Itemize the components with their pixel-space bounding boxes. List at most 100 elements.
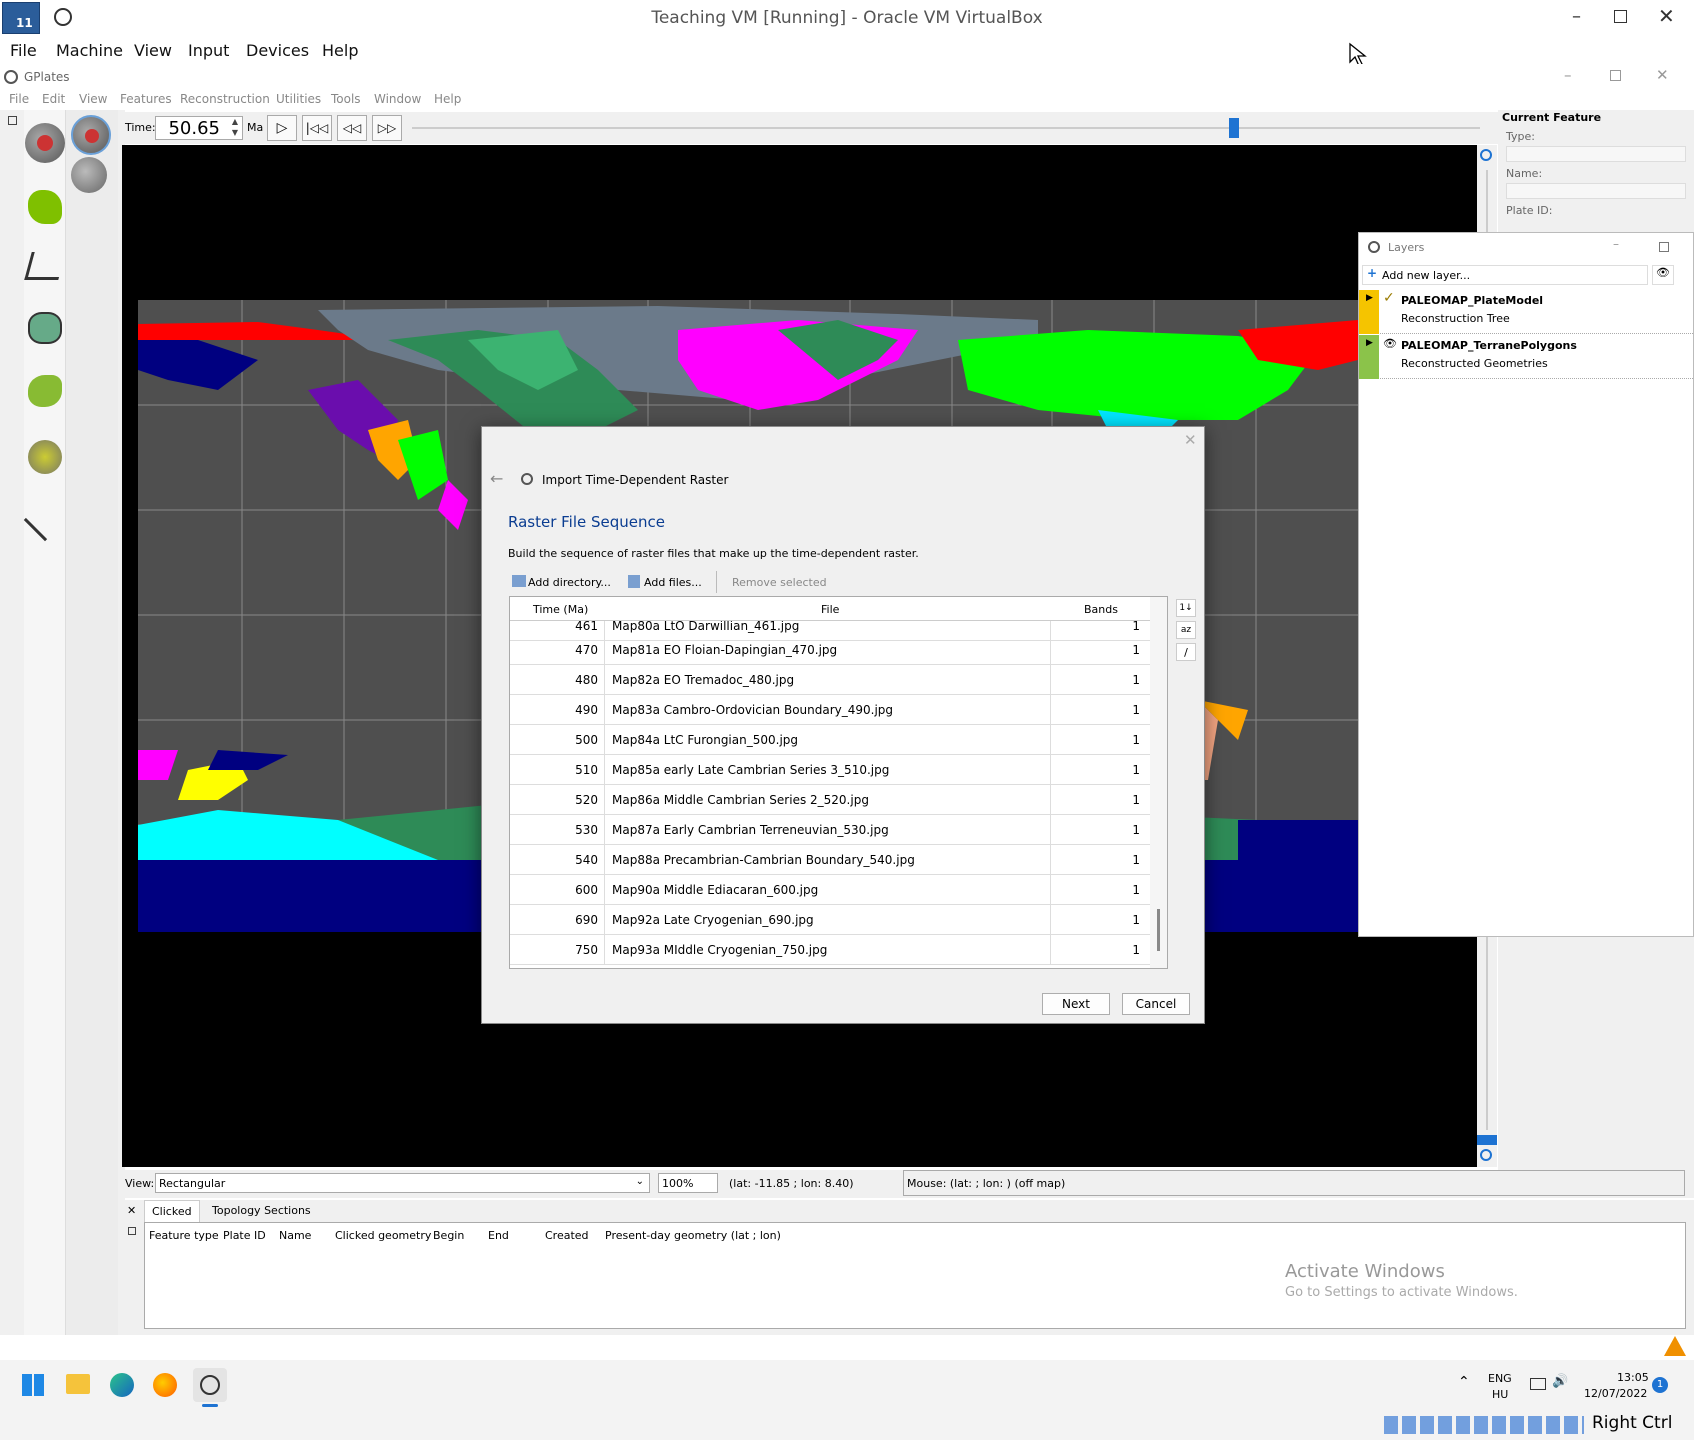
col-plate-id[interactable]: Plate ID	[223, 1229, 266, 1242]
col-file[interactable]: File	[821, 603, 839, 616]
table-scrollbar[interactable]	[1150, 597, 1167, 968]
back-arrow-icon[interactable]: ←	[490, 469, 503, 488]
host-menu-file[interactable]: File	[10, 41, 37, 60]
clock-time[interactable]: 13:05	[1617, 1371, 1649, 1384]
visibility-eye-icon[interactable]: 👁	[1383, 337, 1397, 350]
gp-menu-tools[interactable]: Tools	[331, 92, 361, 106]
gplates-minimize-button[interactable]: –	[1564, 66, 1572, 84]
chevron-up-icon[interactable]: ⌃	[1458, 1374, 1470, 1390]
step-back-button[interactable]: ◁◁	[337, 115, 367, 141]
col-feature-type[interactable]: Feature type	[149, 1229, 219, 1242]
table-row[interactable]: 690 Map92a Late Cryogenian_690.jpg 1	[510, 905, 1150, 935]
add-files-button[interactable]: Add files...	[628, 573, 710, 593]
table-row[interactable]: 600 Map90a Middle Ediacaran_600.jpg 1	[510, 875, 1150, 905]
pole-manipulation-icon[interactable]	[28, 375, 62, 407]
choose-feature-icon[interactable]	[28, 190, 62, 224]
gp-menu-file[interactable]: File	[9, 92, 29, 106]
reset-button[interactable]: |◁◁	[302, 115, 332, 141]
edit-icon[interactable]: /	[1176, 643, 1196, 661]
table-row[interactable]: 530 Map87a Early Cambrian Terreneuvian_53…	[510, 815, 1150, 845]
col-end[interactable]: End	[488, 1229, 509, 1242]
table-row[interactable]: 520 Map86a Middle Cambrian Series 2_520.j…	[510, 785, 1150, 815]
sort-numeric-icon[interactable]: 1↓	[1176, 599, 1196, 617]
host-menu-input[interactable]: Input	[188, 41, 229, 60]
gp-menu-edit[interactable]: Edit	[42, 92, 65, 106]
zoom-spinbox[interactable]: 100%	[658, 1173, 718, 1193]
next-button[interactable]: Next	[1042, 993, 1110, 1015]
col-created[interactable]: Created	[545, 1229, 589, 1242]
time-slider-handle[interactable]	[1229, 118, 1240, 138]
gplates-taskbar-icon[interactable]	[193, 1368, 227, 1402]
host-menu-help[interactable]: Help	[322, 41, 358, 60]
layers-minimize-button[interactable]: –	[1613, 237, 1619, 251]
clicked-table[interactable]: Feature type Plate ID Name Clicked geome…	[144, 1222, 1686, 1329]
layers-maximize-button[interactable]	[1659, 242, 1669, 252]
col-bands[interactable]: Bands	[1084, 603, 1118, 616]
gp-menu-reconstruction[interactable]: Reconstruction	[180, 92, 270, 106]
table-row[interactable]: 750 Map93a MIddle Cryogenian_750.jpg 1	[510, 935, 1150, 965]
zoom-in-icon[interactable]	[1480, 149, 1492, 161]
small-circle-icon[interactable]	[28, 440, 62, 474]
sort-alpha-icon[interactable]: az	[1176, 621, 1196, 639]
col-clicked-geometry[interactable]: Clicked geometry	[335, 1229, 431, 1242]
host-menu-machine[interactable]: Machine	[56, 41, 123, 60]
file-explorer-icon[interactable]	[66, 1374, 90, 1394]
minimize-button[interactable]: –	[1572, 6, 1581, 27]
table-row[interactable]: 480 Map82a EO Tremadoc_480.jpg 1	[510, 665, 1150, 695]
name-field[interactable]	[1506, 183, 1686, 199]
tab-topology-sections[interactable]: Topology Sections	[206, 1200, 316, 1222]
notification-badge[interactable]: 1	[1652, 1377, 1668, 1393]
lang-top[interactable]: ENG	[1488, 1372, 1512, 1385]
dialog-close-button[interactable]: ✕	[1184, 431, 1197, 449]
table-row[interactable]: 490 Map83a Cambro-Ordovician Boundary_490…	[510, 695, 1150, 725]
scrollbar-thumb[interactable]	[1157, 909, 1160, 951]
host-menu-devices[interactable]: Devices	[246, 41, 309, 60]
gp-menu-help[interactable]: Help	[434, 92, 461, 106]
warning-icon[interactable]	[1664, 1336, 1686, 1356]
table-row[interactable]: 510 Map85a early Late Cambrian Series 3_5…	[510, 755, 1150, 785]
host-menu-view[interactable]: View	[134, 41, 172, 60]
edge-icon[interactable]	[110, 1373, 134, 1397]
float-panel-icon[interactable]	[128, 1227, 136, 1235]
tab-clicked[interactable]: Clicked	[144, 1200, 200, 1222]
table-row[interactable]: 540 Map88a Precambrian-Cambrian Boundary_…	[510, 845, 1150, 875]
gp-menu-view[interactable]: View	[79, 92, 107, 106]
raster-sequence-table[interactable]: Time (Ma) File Bands 461 Map80a LtO Darw…	[509, 596, 1168, 969]
table-row[interactable]: 470 Map81a EO Floian-Dapingian_470.jpg 1	[510, 635, 1150, 665]
step-forward-button[interactable]: ▷▷	[372, 115, 402, 141]
close-panel-icon[interactable]: ✕	[127, 1204, 136, 1217]
remove-selected-button[interactable]: Remove selected	[732, 576, 827, 589]
visibility-check-icon[interactable]: ✓	[1383, 290, 1395, 306]
start-icon[interactable]	[22, 1374, 44, 1396]
add-directory-button[interactable]: Add directory...	[512, 573, 612, 593]
float-icon[interactable]	[8, 116, 17, 125]
rotate-globe-icon[interactable]	[71, 115, 111, 155]
time-slider-track[interactable]	[412, 127, 1480, 129]
col-present-day-geometry[interactable]: Present-day geometry (lat ; lon)	[605, 1229, 781, 1242]
speaker-icon[interactable]: 🔊	[1552, 1374, 1568, 1389]
spin-up-icon[interactable]: ▲	[232, 117, 238, 126]
gp-menu-utilities[interactable]: Utilities	[276, 92, 321, 106]
firefox-icon[interactable]	[153, 1373, 177, 1397]
zoom-out-icon[interactable]	[1480, 1149, 1492, 1161]
col-time[interactable]: Time (Ma)	[533, 603, 588, 616]
col-begin[interactable]: Begin	[433, 1229, 464, 1242]
play-button[interactable]: ▷	[267, 115, 297, 141]
layer-item-plate-model[interactable]: ▶ ✓ PALEOMAP_PlateModel Reconstruction T…	[1359, 290, 1693, 334]
zoom-globe-icon[interactable]	[71, 157, 107, 193]
gplates-close-button[interactable]: ✕	[1656, 66, 1669, 84]
zoom-handle[interactable]	[1477, 1135, 1497, 1145]
type-field[interactable]	[1506, 146, 1686, 162]
drag-globe-icon[interactable]	[25, 123, 65, 163]
expand-arrow-icon[interactable]: ▶	[1366, 293, 1373, 303]
network-icon[interactable]	[1530, 1378, 1546, 1390]
gp-menu-window[interactable]: Window	[374, 92, 421, 106]
gp-menu-features[interactable]: Features	[120, 92, 172, 106]
lang-bottom[interactable]: HU	[1492, 1388, 1508, 1401]
spin-down-icon[interactable]: ▼	[232, 128, 238, 137]
device-icons[interactable]	[1384, 1416, 1584, 1434]
topology-icon[interactable]	[28, 312, 62, 344]
add-new-layer-button[interactable]: + Add new layer...	[1362, 265, 1648, 285]
gplates-restore-button[interactable]	[1610, 70, 1621, 81]
col-name[interactable]: Name	[279, 1229, 311, 1242]
